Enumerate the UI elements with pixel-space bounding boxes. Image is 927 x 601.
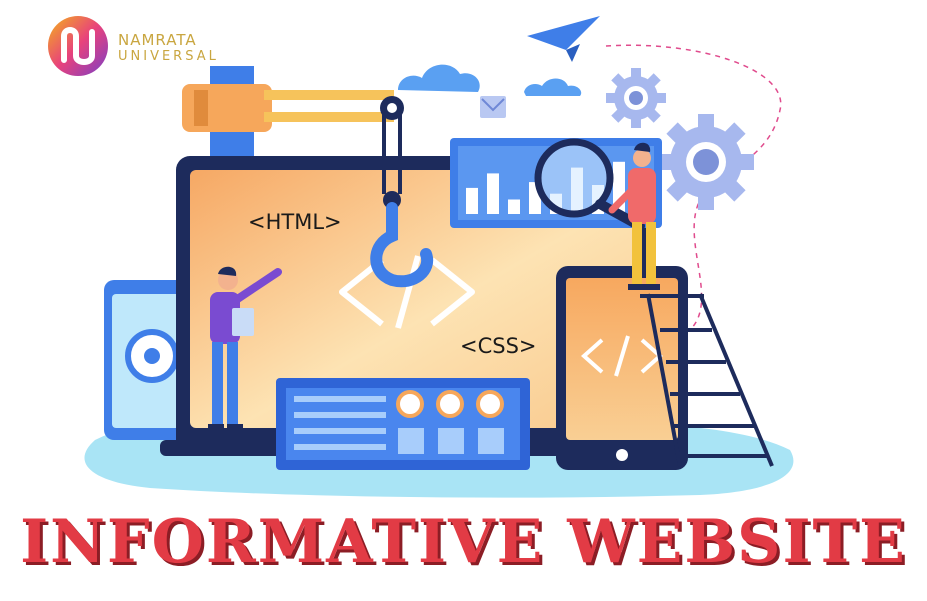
chart-bar: [508, 199, 520, 214]
html-tag-label: <HTML>: [248, 210, 342, 234]
paper-plane-icon: [527, 16, 600, 62]
namrata-logo-icon: [48, 16, 108, 76]
dashboard-card: [276, 378, 530, 470]
brand-name-line1: NAMRATA: [118, 31, 197, 49]
mail-icon: [480, 96, 506, 118]
gear-icon: [658, 114, 754, 210]
brand-logo: NAMRATA UNIVERSAL: [46, 14, 246, 84]
brand-name-line2: UNIVERSAL: [118, 49, 219, 64]
page-headline: INFORMATIVE WEBSITE: [20, 507, 907, 577]
cloud-icon: [524, 78, 582, 96]
gear-icon: [606, 68, 666, 128]
css-tag-label: <CSS>: [460, 334, 537, 358]
cloud-icon: [398, 64, 480, 92]
chart-bar: [487, 173, 499, 214]
chart-bar: [466, 187, 478, 214]
